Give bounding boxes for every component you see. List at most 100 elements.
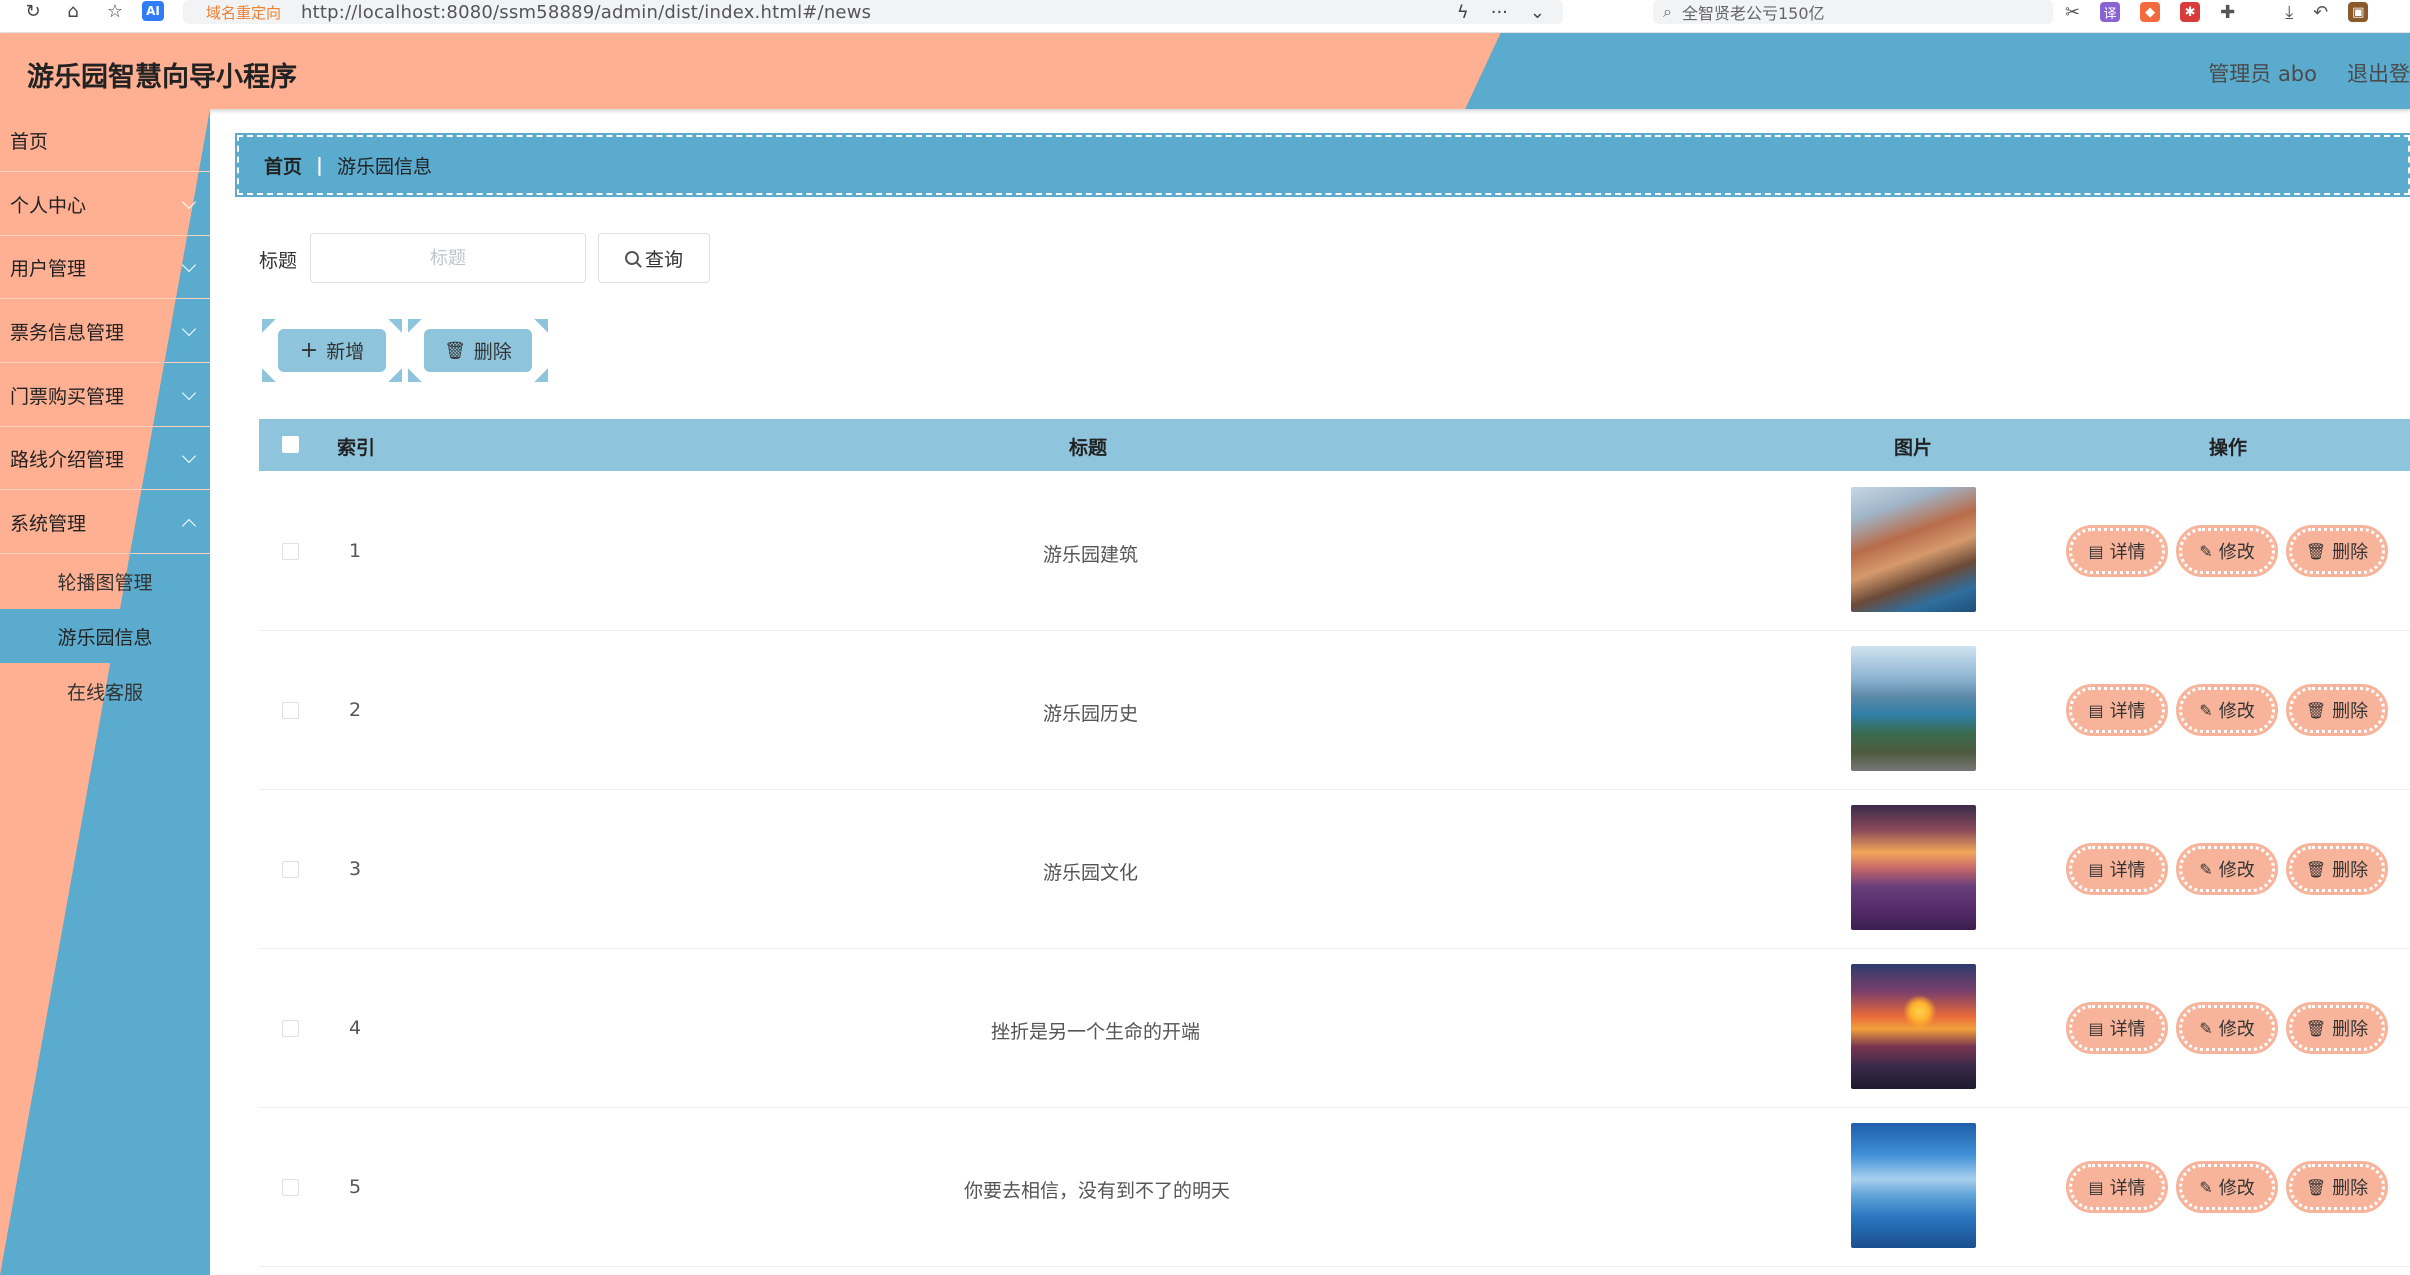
row-checkbox[interactable] bbox=[282, 543, 299, 560]
row-title: 挫折是另一个生命的开端 bbox=[991, 1021, 1201, 1043]
row-edit-button[interactable]: ✎ 修改 bbox=[2176, 525, 2278, 577]
trash-icon: 🗑 bbox=[2305, 700, 2327, 720]
row-title: 游乐园建筑 bbox=[1043, 544, 1139, 566]
edit-icon: ✎ bbox=[2199, 1018, 2213, 1038]
row-edit-button[interactable]: ✎ 修改 bbox=[2176, 1002, 2278, 1054]
favorites-icon[interactable]: ☆ bbox=[100, 0, 130, 26]
sidebar-item-ticket-purchase[interactable]: 门票购买管理 bbox=[0, 364, 210, 427]
briefcase-icon[interactable]: ▣ bbox=[2348, 2, 2369, 22]
row-detail-button[interactable]: ▤ 详情 bbox=[2066, 843, 2168, 895]
ai-icon[interactable]: AI bbox=[142, 1, 164, 21]
document-icon: ▤ bbox=[2088, 1018, 2104, 1038]
row-thumbnail bbox=[1851, 646, 1976, 771]
app-header: 游乐园智慧向导小程序 管理员 abo 退出登 bbox=[0, 33, 2410, 109]
sidebar-item-tickets[interactable]: 票务信息管理 bbox=[0, 300, 210, 363]
sidebar-item-label: 门票购买管理 bbox=[10, 385, 125, 408]
row-detail-button[interactable]: ▤ 详情 bbox=[2066, 1161, 2168, 1213]
document-icon: ▤ bbox=[2088, 700, 2104, 720]
edit-icon: ✎ bbox=[2199, 541, 2213, 561]
batch-delete-button[interactable]: 🗑 删除 bbox=[408, 319, 532, 382]
undo-icon[interactable]: ↶ bbox=[2313, 2, 2328, 23]
puzzle-icon[interactable]: ✚ bbox=[2220, 2, 2235, 23]
sidebar-sub-carousel[interactable]: 轮播图管理 bbox=[0, 554, 210, 608]
search-suggestion: 全智贤老公亏150亿 bbox=[1681, 4, 1825, 23]
add-button-label: 新增 bbox=[326, 341, 365, 363]
row-delete-button[interactable]: 🗑 删除 bbox=[2286, 684, 2388, 736]
row-delete-button[interactable]: 🗑 删除 bbox=[2286, 1002, 2388, 1054]
sidebar-item-label: 路线介绍管理 bbox=[10, 448, 125, 471]
home-icon[interactable]: ⌂ bbox=[58, 0, 88, 26]
row-edit-button[interactable]: ✎ 修改 bbox=[2176, 843, 2278, 895]
delete-label: 删除 bbox=[2332, 542, 2369, 563]
extension-icon[interactable]: ◆ bbox=[2140, 2, 2161, 22]
query-button-label: 查询 bbox=[644, 248, 683, 271]
row-checkbox[interactable] bbox=[282, 1020, 299, 1037]
chevron-down-icon bbox=[181, 448, 197, 464]
table-row: 4 挫折是另一个生命的开端 ▤ 详情 ✎ 修改 🗑 删除 bbox=[259, 949, 2410, 1108]
search-label: 标题 bbox=[259, 250, 298, 272]
row-index: 1 bbox=[349, 540, 362, 562]
chevron-down-icon bbox=[181, 257, 197, 273]
column-header-title: 标题 bbox=[1069, 437, 1108, 459]
more-icon[interactable]: ··· bbox=[1491, 2, 1508, 23]
reload-icon[interactable]: ↻ bbox=[18, 0, 48, 26]
sidebar-sub-label: 游乐园信息 bbox=[57, 626, 153, 649]
row-edit-button[interactable]: ✎ 修改 bbox=[2176, 1161, 2278, 1213]
download-icon[interactable]: ⤓ bbox=[2285, 2, 2293, 23]
row-index: 5 bbox=[349, 1176, 362, 1198]
row-edit-button[interactable]: ✎ 修改 bbox=[2176, 684, 2278, 736]
extension-icon[interactable]: ✱ bbox=[2180, 2, 2201, 22]
row-index: 3 bbox=[349, 858, 362, 880]
browser-search[interactable]: ⌕ 全智贤老公亏150亿 bbox=[1653, 0, 2053, 24]
sidebar: 首页 个人中心 用户管理 票务信息管理 门票购买管理 路线介绍管理 系统管理 轮… bbox=[0, 109, 210, 1275]
trash-icon: 🗑 bbox=[444, 340, 466, 361]
sidebar-sub-label: 轮播图管理 bbox=[57, 571, 153, 594]
row-thumbnail bbox=[1851, 1123, 1976, 1248]
breadcrumb: 首页 | 游乐园信息 bbox=[235, 133, 2410, 197]
select-all-checkbox[interactable] bbox=[282, 436, 299, 453]
row-detail-button[interactable]: ▤ 详情 bbox=[2066, 1002, 2168, 1054]
edit-label: 修改 bbox=[2218, 701, 2255, 722]
column-header-index: 索引 bbox=[337, 437, 376, 459]
logout-link[interactable]: 退出登 bbox=[2347, 58, 2410, 88]
breadcrumb-home[interactable]: 首页 bbox=[264, 152, 302, 179]
chevron-down-icon[interactable]: ⌄ bbox=[1530, 2, 1545, 23]
title-search-input[interactable] bbox=[310, 233, 586, 283]
column-header-image: 图片 bbox=[1894, 437, 1933, 459]
row-checkbox[interactable] bbox=[282, 861, 299, 878]
sidebar-item-home[interactable]: 首页 bbox=[0, 109, 210, 172]
url-text[interactable]: http://localhost:8080/ssm58889/admin/dis… bbox=[301, 2, 871, 23]
translate-icon[interactable]: 译 bbox=[2100, 2, 2121, 22]
row-checkbox[interactable] bbox=[282, 702, 299, 719]
sidebar-item-system[interactable]: 系统管理 bbox=[0, 491, 210, 554]
sidebar-item-routes[interactable]: 路线介绍管理 bbox=[0, 427, 210, 490]
address-bar[interactable]: 域名重定向 http://localhost:8080/ssm58889/adm… bbox=[183, 0, 1563, 24]
table-row: 5 你要去相信，没有到不了的明天 ▤ 详情 ✎ 修改 🗑 删除 bbox=[259, 1108, 2410, 1267]
row-detail-button[interactable]: ▤ 详情 bbox=[2066, 525, 2168, 577]
column-header-ops: 操作 bbox=[2209, 437, 2248, 459]
sidebar-item-personal-center[interactable]: 个人中心 bbox=[0, 173, 210, 236]
scissors-icon[interactable]: ✂ bbox=[2065, 2, 2080, 23]
sidebar-item-label: 系统管理 bbox=[10, 512, 87, 535]
chevron-down-icon bbox=[181, 385, 197, 401]
edit-label: 修改 bbox=[2218, 542, 2255, 563]
add-button[interactable]: + 新增 bbox=[262, 319, 386, 382]
query-button[interactable]: 查询 bbox=[598, 233, 710, 283]
sidebar-item-label: 首页 bbox=[10, 130, 49, 153]
detail-label: 详情 bbox=[2109, 542, 2146, 563]
row-delete-button[interactable]: 🗑 删除 bbox=[2286, 525, 2388, 577]
row-index: 4 bbox=[349, 1017, 362, 1039]
sidebar-sub-online-service[interactable]: 在线客服 bbox=[0, 664, 210, 718]
app-title: 游乐园智慧向导小程序 bbox=[27, 62, 297, 93]
delete-label: 删除 bbox=[2332, 701, 2369, 722]
sidebar-sub-park-info[interactable]: 游乐园信息 bbox=[0, 609, 210, 663]
lightning-icon[interactable]: ϟ bbox=[1457, 2, 1469, 23]
row-detail-button[interactable]: ▤ 详情 bbox=[2066, 684, 2168, 736]
sidebar-item-label: 个人中心 bbox=[10, 194, 87, 217]
row-delete-button[interactable]: 🗑 删除 bbox=[2286, 843, 2388, 895]
row-thumbnail bbox=[1851, 487, 1976, 612]
sidebar-item-users[interactable]: 用户管理 bbox=[0, 236, 210, 299]
row-checkbox[interactable] bbox=[282, 1179, 299, 1196]
edit-icon: ✎ bbox=[2199, 1177, 2213, 1197]
row-delete-button[interactable]: 🗑 删除 bbox=[2286, 1161, 2388, 1213]
